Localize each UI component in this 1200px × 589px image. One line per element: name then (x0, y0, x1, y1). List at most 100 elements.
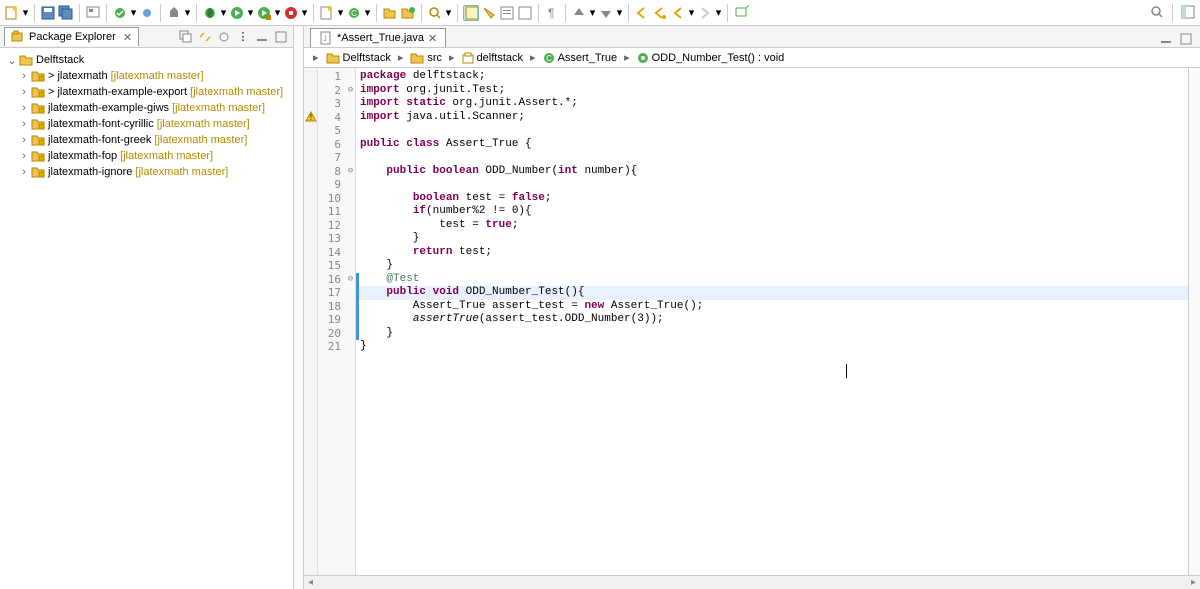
skip-breakpoints-icon[interactable] (139, 5, 155, 21)
pin-editor-icon[interactable] (733, 5, 749, 21)
project-tree[interactable]: ⌄Delftstack›> jlatexmath [jlatexmath mas… (0, 48, 293, 184)
breadcrumb-item[interactable]: src (408, 52, 444, 64)
breadcrumb-label: src (427, 52, 442, 64)
focus-task-icon[interactable] (216, 29, 232, 45)
tree-item[interactable]: ›> jlatexmath [jlatexmath master] (2, 68, 291, 84)
coverage-dropdown[interactable]: ▾ (130, 5, 137, 21)
package-explorer-icon (11, 30, 25, 44)
new-dropdown[interactable]: ▾ (22, 5, 29, 21)
breadcrumb-item[interactable]: ODD_Number_Test() : void (635, 52, 787, 64)
tree-item[interactable]: ›jlatexmath-fop [jlatexmath master] (2, 148, 291, 164)
next-annotation-icon[interactable] (598, 5, 614, 21)
expand-icon[interactable]: › (18, 118, 30, 130)
breadcrumb-item[interactable]: CAssert_True (541, 52, 620, 64)
expand-icon[interactable]: › (18, 166, 30, 178)
save-icon[interactable] (40, 5, 56, 21)
view-menu-icon[interactable]: ⋮ (235, 29, 251, 45)
new-package-dropdown[interactable]: ▾ (364, 5, 371, 21)
previous-annotation-dropdown[interactable]: ▾ (589, 5, 596, 21)
tree-item[interactable]: ›jlatexmath-font-greek [jlatexmath maste… (2, 132, 291, 148)
chevron-icon[interactable]: ▸ (621, 51, 633, 64)
tree-item[interactable]: › jlatexmath-font-cyrillic [jlatexmath ma… (2, 116, 291, 132)
package-explorer-close-icon[interactable]: ✕ (123, 31, 132, 44)
package-explorer-tab[interactable]: Package Explorer ✕ (4, 27, 139, 46)
expand-icon[interactable]: › (18, 86, 30, 98)
nav-forward-dropdown[interactable]: ▾ (715, 5, 722, 21)
perspective-icon[interactable] (85, 5, 101, 21)
editor-minimize-icon[interactable] (1158, 31, 1174, 47)
chevron-icon[interactable]: ▸ (446, 51, 458, 64)
run-last-dropdown[interactable]: ▾ (274, 5, 281, 21)
svg-text:!: ! (310, 113, 312, 122)
toggle-mark-occurrences-icon[interactable] (463, 5, 479, 21)
fold-bar[interactable]: ⊖⊖⊖ (346, 68, 356, 575)
show-paragraph-icon[interactable]: ¶ (544, 5, 560, 21)
show-whitespace-icon[interactable] (499, 5, 515, 21)
horizontal-scrollbar[interactable]: ◂▸ (304, 575, 1200, 589)
close-tab-icon[interactable]: ✕ (428, 32, 437, 45)
nav-back-dropdown[interactable]: ▾ (688, 5, 695, 21)
open-type-icon[interactable] (382, 5, 398, 21)
open-task-icon[interactable] (400, 5, 416, 21)
nav-back-icon[interactable] (670, 5, 686, 21)
search-dropdown[interactable]: ▾ (445, 5, 452, 21)
overview-ruler[interactable] (1188, 68, 1200, 575)
debug-icon[interactable] (202, 5, 218, 21)
previous-annotation-icon[interactable] (571, 5, 587, 21)
back-icon[interactable] (634, 5, 650, 21)
open-perspective-icon[interactable] (1180, 4, 1196, 20)
toggle-block-selection-icon[interactable] (481, 5, 497, 21)
debug-dropdown[interactable]: ▾ (220, 5, 227, 21)
editor-area[interactable]: ! 123456789101112131415161718192021 ⊖⊖⊖ … (304, 68, 1200, 575)
external-tools-dropdown[interactable]: ▾ (301, 5, 308, 21)
build-icon[interactable] (166, 5, 182, 21)
toggle-word-wrap-icon[interactable] (517, 5, 533, 21)
collapse-all-icon[interactable] (178, 29, 194, 45)
last-edit-icon[interactable] (652, 5, 668, 21)
breadcrumb-label: Delftstack (343, 52, 391, 64)
run-dropdown[interactable]: ▾ (247, 5, 254, 21)
breadcrumb-label: ODD_Number_Test() : void (652, 52, 785, 64)
new-package-icon[interactable]: C (346, 5, 362, 21)
editor-tab-label: *Assert_True.java (337, 32, 424, 44)
run-icon[interactable] (229, 5, 245, 21)
expand-icon[interactable]: ⌄ (6, 54, 18, 67)
chevron-icon[interactable]: ▸ (310, 51, 322, 64)
maximize-icon[interactable] (273, 29, 289, 45)
tree-item-label: jlatexmath-font-cyrillic [jlatexmath mas… (46, 118, 250, 130)
expand-icon[interactable]: › (18, 102, 30, 114)
next-annotation-dropdown[interactable]: ▾ (616, 5, 623, 21)
warning-marker-icon[interactable]: ! (305, 111, 317, 123)
breadcrumb-item[interactable]: Delftstack (324, 52, 393, 64)
build-dropdown[interactable]: ▾ (184, 5, 191, 21)
run-last-icon[interactable] (256, 5, 272, 21)
tree-item[interactable]: ⌄Delftstack (2, 52, 291, 68)
editor-maximize-icon[interactable] (1178, 31, 1194, 47)
search-icon[interactable] (427, 5, 443, 21)
marker-bar[interactable]: ! (304, 68, 318, 575)
expand-icon[interactable]: › (18, 150, 30, 162)
tree-item[interactable]: ›jlatexmath-ignore [jlatexmath master] (2, 164, 291, 180)
link-editor-icon[interactable] (197, 29, 213, 45)
chevron-icon[interactable]: ▸ (395, 51, 407, 64)
coverage-icon[interactable] (112, 5, 128, 21)
nav-forward-icon[interactable] (697, 5, 713, 21)
external-tools-icon[interactable] (283, 5, 299, 21)
tree-item[interactable]: ›> jlatexmath-example-export [jlatexmath… (2, 84, 291, 100)
line-number-gutter[interactable]: 123456789101112131415161718192021 (318, 68, 346, 575)
code-area[interactable]: package delftstack;import org.junit.Test… (356, 68, 1188, 575)
expand-icon[interactable]: › (18, 70, 30, 82)
minimize-icon[interactable] (254, 29, 270, 45)
new-class-dropdown[interactable]: ▾ (337, 5, 344, 21)
quick-access-search-icon[interactable] (1149, 4, 1165, 20)
save-all-icon[interactable] (58, 5, 74, 21)
sash[interactable] (294, 26, 304, 589)
expand-icon[interactable]: › (18, 134, 30, 146)
new-icon[interactable] (4, 5, 20, 21)
folder-icon (410, 52, 424, 64)
new-class-icon[interactable] (319, 5, 335, 21)
editor-tab[interactable]: J *Assert_True.java ✕ (310, 28, 446, 47)
tree-item[interactable]: ›jlatexmath-example-giws [jlatexmath mas… (2, 100, 291, 116)
breadcrumb-item[interactable]: delftstack (460, 52, 525, 64)
chevron-icon[interactable]: ▸ (527, 51, 539, 64)
